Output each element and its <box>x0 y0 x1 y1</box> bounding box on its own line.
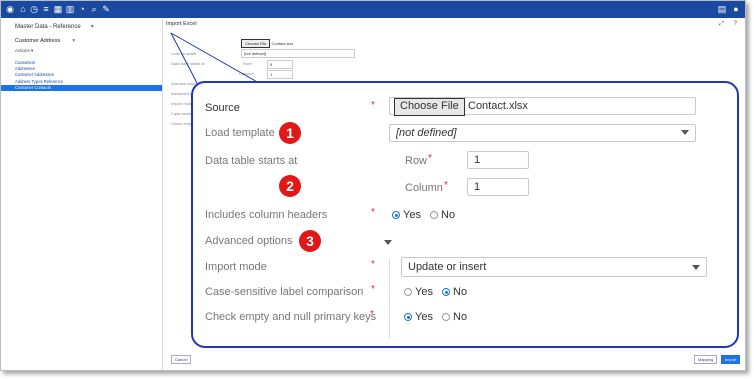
radio-checked-icon[interactable] <box>404 313 412 321</box>
check-no-option[interactable]: No <box>442 311 467 323</box>
check-radio-group: Yes No <box>404 311 473 323</box>
radio-checked-icon[interactable] <box>442 288 451 296</box>
required-star: * <box>428 153 432 164</box>
chevron-down-icon <box>692 265 700 270</box>
case-no-option[interactable]: No <box>442 286 467 298</box>
radio-unchecked-icon[interactable] <box>404 288 412 296</box>
radio-unchecked-icon[interactable] <box>442 313 451 321</box>
headers-label: Includes column headers <box>205 209 328 221</box>
step-badge-2: 2 <box>279 175 301 197</box>
case-yes-option[interactable]: Yes <box>404 286 433 298</box>
expand-triangle-icon[interactable] <box>384 240 392 245</box>
chevron-down-icon <box>681 130 689 135</box>
row-label: Row <box>405 155 428 167</box>
column-input[interactable]: 1 <box>467 178 529 196</box>
headers-yes-option[interactable]: Yes <box>392 209 421 221</box>
step-badge-3: 3 <box>299 230 321 252</box>
data-table-label: Data table starts at <box>205 155 298 167</box>
required-star: * <box>370 309 374 320</box>
row-input[interactable]: 1 <box>467 151 529 169</box>
choose-file-button[interactable]: Choose File <box>394 98 465 116</box>
zoom-callout: Source * Choose File Contact.xlsx Load t… <box>191 81 739 348</box>
import-mode-select[interactable]: Update or insert <box>401 257 707 277</box>
file-name: Contact.xlsx <box>468 100 528 112</box>
load-template-value: [not defined] <box>396 127 457 139</box>
radio-checked-icon[interactable] <box>392 211 400 219</box>
case-radio-group: Yes No <box>404 286 473 298</box>
required-star: * <box>444 180 448 191</box>
source-field: Choose File Contact.xlsx <box>389 97 696 116</box>
case-sensitive-label: Case-sensitive label comparison <box>205 286 364 298</box>
step-badge-1: 1 <box>279 122 301 144</box>
required-star: * <box>371 207 375 218</box>
column-label: Column <box>405 182 443 194</box>
required-star: * <box>371 259 375 270</box>
import-mode-label: Import mode <box>205 261 267 273</box>
advanced-options-label[interactable]: Advanced options <box>205 235 292 247</box>
required-star: * <box>371 284 375 295</box>
divider <box>389 258 390 338</box>
load-template-select[interactable]: [not defined] <box>389 124 696 142</box>
radio-unchecked-icon[interactable] <box>430 211 439 219</box>
headers-radio-group: Yes No <box>392 209 461 221</box>
source-label: Source <box>205 102 240 114</box>
app-window: ◉ ⌂ ◷ ≡ ▦ ▥ ◔ ⌕ ✎ ▤ ● Master Data - Refe… <box>0 0 746 371</box>
required-star: * <box>371 100 375 111</box>
import-mode-value: Update or insert <box>408 261 487 273</box>
load-template-label: Load template <box>205 127 275 139</box>
check-yes-option[interactable]: Yes <box>404 311 433 323</box>
headers-no-option[interactable]: No <box>430 209 455 221</box>
check-empty-label: Check empty and null primary keys <box>205 311 377 323</box>
